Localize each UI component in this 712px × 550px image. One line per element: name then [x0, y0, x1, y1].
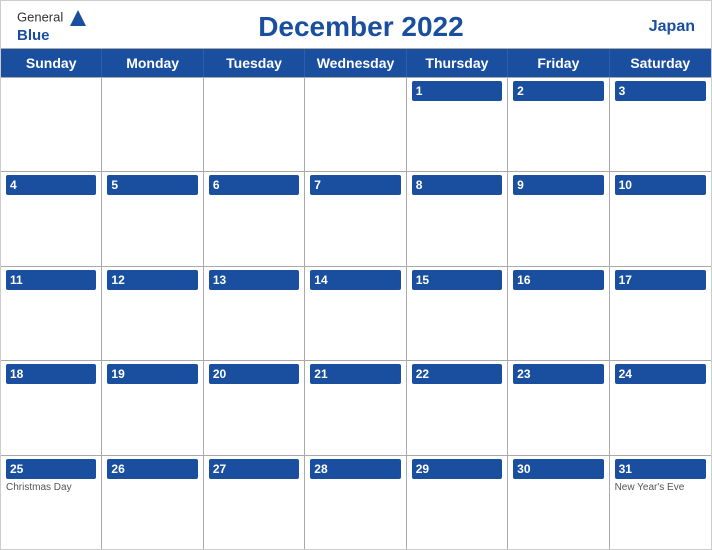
- weeks-container: 1 2 3 4 5 6: [1, 77, 711, 549]
- header-wednesday: Wednesday: [305, 49, 406, 77]
- day-number: 17: [615, 270, 706, 290]
- day-number: 4: [6, 175, 96, 195]
- week-row-1: 1 2 3: [1, 77, 711, 171]
- day-cell-7: 7: [305, 172, 406, 265]
- day-cell-21: 21: [305, 361, 406, 454]
- week-row-5: 25 Christmas Day 26 27 28 29 30: [1, 455, 711, 549]
- day-number: 19: [107, 364, 197, 384]
- day-cell-9: 9: [508, 172, 609, 265]
- day-number: 2: [513, 81, 603, 101]
- day-cell-2: 2: [508, 78, 609, 171]
- day-cell-28: 28: [305, 456, 406, 549]
- day-cell-30: 30: [508, 456, 609, 549]
- day-number: 9: [513, 175, 603, 195]
- day-cell-31: 31 New Year's Eve: [610, 456, 711, 549]
- day-number: 27: [209, 459, 299, 479]
- day-number: 24: [615, 364, 706, 384]
- day-number: 18: [6, 364, 96, 384]
- day-cell-20: 20: [204, 361, 305, 454]
- day-cell-23: 23: [508, 361, 609, 454]
- day-cell-8: 8: [407, 172, 508, 265]
- day-cell: [204, 78, 305, 171]
- logo-icon: [69, 9, 87, 27]
- day-cell-29: 29: [407, 456, 508, 549]
- week-row-3: 11 12 13 14 15 16 17: [1, 266, 711, 360]
- logo-area: General Blue: [17, 9, 87, 44]
- header-tuesday: Tuesday: [204, 49, 305, 77]
- day-cell-18: 18: [1, 361, 102, 454]
- header-thursday: Thursday: [407, 49, 508, 77]
- day-cell-19: 19: [102, 361, 203, 454]
- day-number: 10: [615, 175, 706, 195]
- day-number: 3: [615, 81, 706, 101]
- day-cell-11: 11: [1, 267, 102, 360]
- day-number: 12: [107, 270, 197, 290]
- day-number: 11: [6, 270, 96, 290]
- day-cell-5: 5: [102, 172, 203, 265]
- day-event-newyear: New Year's Eve: [615, 481, 706, 494]
- day-headers-row: Sunday Monday Tuesday Wednesday Thursday…: [1, 49, 711, 77]
- day-number: 14: [310, 270, 400, 290]
- day-cell-14: 14: [305, 267, 406, 360]
- day-cell-26: 26: [102, 456, 203, 549]
- day-number: 31: [615, 459, 706, 479]
- header-friday: Friday: [508, 49, 609, 77]
- day-number: 16: [513, 270, 603, 290]
- day-cell-1: 1: [407, 78, 508, 171]
- day-cell: [102, 78, 203, 171]
- month-title: December 2022: [87, 11, 635, 43]
- day-cell-17: 17: [610, 267, 711, 360]
- header-saturday: Saturday: [610, 49, 711, 77]
- calendar-grid: Sunday Monday Tuesday Wednesday Thursday…: [1, 48, 711, 549]
- header-monday: Monday: [102, 49, 203, 77]
- day-cell-24: 24: [610, 361, 711, 454]
- logo-blue-text: Blue: [17, 27, 50, 44]
- day-cell-10: 10: [610, 172, 711, 265]
- day-number: 8: [412, 175, 502, 195]
- week-row-4: 18 19 20 21 22 23 24: [1, 360, 711, 454]
- day-number: 30: [513, 459, 603, 479]
- day-cell: [305, 78, 406, 171]
- day-cell-13: 13: [204, 267, 305, 360]
- day-number: 28: [310, 459, 400, 479]
- logo-general-text: General: [17, 9, 87, 27]
- day-number: 25: [6, 459, 96, 479]
- day-number: 1: [412, 81, 502, 101]
- day-number: 5: [107, 175, 197, 195]
- day-cell-15: 15: [407, 267, 508, 360]
- calendar-header: General Blue December 2022 Japan: [1, 1, 711, 48]
- day-number: 23: [513, 364, 603, 384]
- day-cell-25: 25 Christmas Day: [1, 456, 102, 549]
- header-sunday: Sunday: [1, 49, 102, 77]
- day-number: 22: [412, 364, 502, 384]
- day-cell-22: 22: [407, 361, 508, 454]
- day-cell-16: 16: [508, 267, 609, 360]
- day-cell-4: 4: [1, 172, 102, 265]
- country-label: Japan: [635, 18, 695, 36]
- week-row-2: 4 5 6 7 8 9 10: [1, 171, 711, 265]
- day-number: 6: [209, 175, 299, 195]
- day-cell-6: 6: [204, 172, 305, 265]
- day-number: 21: [310, 364, 400, 384]
- day-cell: [1, 78, 102, 171]
- day-cell-3: 3: [610, 78, 711, 171]
- day-cell-12: 12: [102, 267, 203, 360]
- day-event-christmas: Christmas Day: [6, 481, 96, 494]
- day-number: 26: [107, 459, 197, 479]
- day-number: 29: [412, 459, 502, 479]
- day-cell-27: 27: [204, 456, 305, 549]
- day-number: 20: [209, 364, 299, 384]
- day-number: 13: [209, 270, 299, 290]
- calendar-container: General Blue December 2022 Japan Sunday …: [0, 0, 712, 550]
- day-number: 15: [412, 270, 502, 290]
- day-number: 7: [310, 175, 400, 195]
